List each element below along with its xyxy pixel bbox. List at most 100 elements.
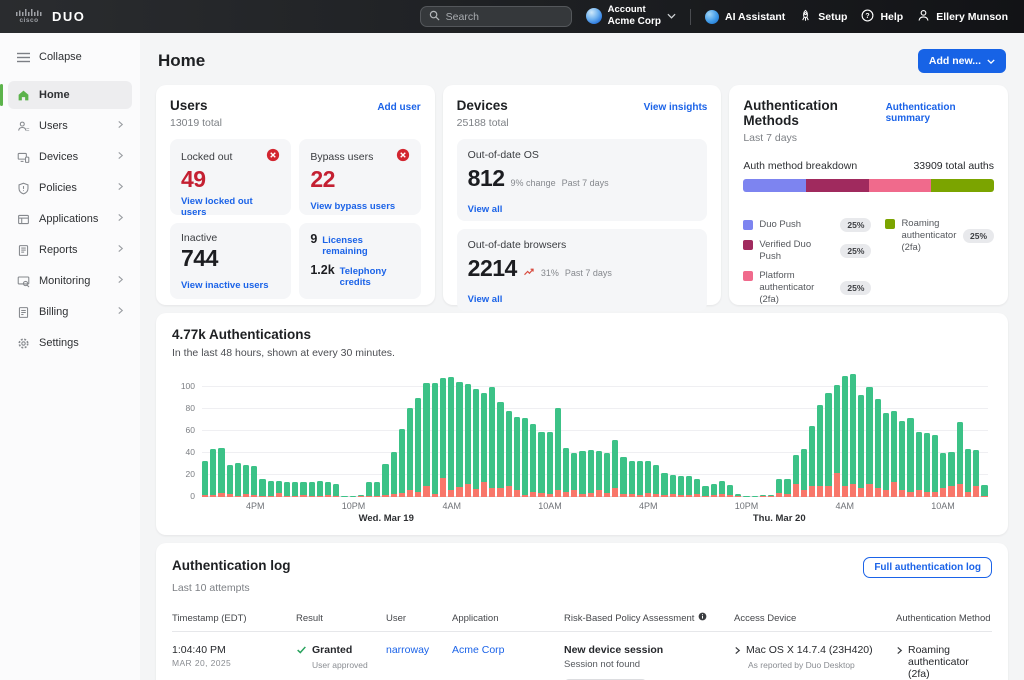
blocked-user-icon — [396, 148, 410, 165]
rocket-icon — [799, 9, 812, 25]
log-column-header: User — [386, 612, 407, 624]
sidebar-item-devices[interactable]: Devices — [8, 143, 132, 171]
chart-bar — [882, 413, 890, 497]
ai-assistant-button[interactable]: AI Assistant — [705, 9, 785, 24]
total-auths: 33909 total auths — [913, 160, 995, 172]
auth-method-segment — [868, 179, 932, 192]
chart-bar — [333, 483, 340, 497]
search-input[interactable] — [445, 10, 563, 23]
chart-bar — [817, 404, 824, 497]
authentications-chart-card: 4.77k Authentications In the last 48 hou… — [156, 313, 1008, 535]
chart-bar — [571, 453, 578, 497]
chevron-right-icon — [117, 151, 124, 163]
search-box[interactable] — [419, 6, 572, 27]
legend-item: Duo Push 25% — [743, 218, 872, 232]
view-locked-out-link[interactable]: View locked out users — [181, 196, 280, 218]
monitoring-icon — [16, 274, 30, 288]
settings-icon — [16, 336, 30, 350]
sidebar-item-settings[interactable]: Settings — [8, 329, 132, 357]
legend-label: Roaming authenticator (2fa) — [901, 218, 957, 253]
sidebar-item-home[interactable]: Home — [0, 81, 132, 109]
application-link[interactable]: Acme Corp — [452, 644, 505, 656]
chart-bar — [628, 460, 635, 497]
help-button[interactable]: ? Help — [861, 9, 903, 25]
chart-bar — [521, 417, 529, 497]
chevron-right-icon — [117, 213, 124, 225]
sidebar-item-billing[interactable]: Billing — [8, 298, 132, 326]
log-date: MAR 20, 2025 — [172, 658, 232, 668]
view-insights-link[interactable]: View insights — [644, 102, 708, 113]
user-link[interactable]: narroway — [386, 644, 429, 656]
log-column-header: Risk-Based Policy Assessment — [564, 612, 726, 624]
chart-bar — [562, 447, 570, 497]
bypass-count: 22 — [310, 166, 335, 192]
chart-bar — [448, 377, 455, 497]
view-inactive-link[interactable]: View inactive users — [181, 280, 269, 291]
help-icon: ? — [861, 9, 874, 25]
add-user-link[interactable]: Add user — [377, 102, 420, 113]
legend-percent-badge: 25% — [840, 280, 872, 295]
x-axis-tick: 10AM — [931, 501, 955, 511]
full-auth-log-button[interactable]: Full authentication log — [863, 557, 992, 578]
chevron-down-icon — [987, 58, 995, 64]
log-row: 1:04:40 PM MAR 20, 2025 Granted User approv… — [172, 632, 992, 680]
home-icon — [16, 88, 30, 102]
chart-bar — [349, 495, 356, 497]
chevron-right-icon — [117, 120, 124, 132]
inactive-count: 744 — [181, 245, 218, 271]
chevron-right-icon — [117, 275, 124, 287]
chart-bar — [932, 435, 939, 497]
trend-up-icon — [523, 267, 535, 276]
chevron-right-icon — [896, 644, 903, 658]
chart-bar — [284, 481, 291, 497]
chart-bar — [497, 402, 504, 497]
account-switcher[interactable]: Account Acme Corp — [585, 4, 676, 27]
chart-bar — [210, 448, 217, 497]
chart-bar — [259, 479, 266, 497]
chart-bars — [202, 357, 988, 497]
legend-percent-badge: 25% — [840, 243, 872, 258]
chevron-down-icon — [667, 10, 676, 22]
chart-bar — [636, 460, 643, 497]
devices-card-title: Devices — [456, 98, 508, 113]
access-device-expander[interactable]: Mac OS X 14.7.4 (23H420) — [734, 644, 888, 658]
view-bypass-link[interactable]: View bypass users — [310, 201, 395, 212]
chart-bar — [423, 382, 430, 497]
chart-bar — [489, 387, 496, 497]
risk-detail: Session not found — [564, 659, 641, 670]
auth-method-segment — [931, 179, 994, 192]
legend-percent-badge: 25% — [963, 228, 995, 243]
sidebar-item-policies[interactable]: Policies — [8, 174, 132, 202]
policies-icon — [16, 181, 30, 195]
duo-logo: DUO — [52, 9, 86, 24]
chart-bar — [825, 392, 832, 497]
chart-bar — [464, 383, 471, 497]
account-globe-icon — [585, 8, 602, 25]
auth-method-expander[interactable]: Roaming authenticator (2fa) — [896, 644, 992, 680]
setup-button[interactable]: Setup — [799, 9, 847, 25]
sidebar-item-reports[interactable]: Reports — [8, 236, 132, 264]
chevron-right-icon — [117, 306, 124, 318]
log-column-header: Authentication Method — [896, 612, 991, 624]
licenses-link[interactable]: Licenses remaining — [322, 235, 409, 257]
user-menu[interactable]: Ellery Munson — [917, 9, 1008, 25]
collapse-button[interactable]: Collapse — [8, 43, 132, 71]
chart-bar — [981, 484, 988, 497]
chart-bar — [374, 481, 381, 497]
view-all-os-link[interactable]: View all — [468, 204, 503, 215]
sidebar-item-applications[interactable]: Applications — [8, 205, 132, 233]
sidebar-item-users[interactable]: Users — [8, 112, 132, 140]
locked-out-tile: Locked out 49 View locked out users — [170, 139, 292, 218]
chart-bar — [415, 398, 422, 497]
chart-bar — [923, 433, 931, 497]
chart-bar — [768, 494, 775, 497]
add-new-button[interactable]: Add new... — [917, 49, 1006, 73]
chart-bar — [694, 479, 701, 497]
auth-summary-link[interactable]: Authentication summary — [886, 102, 994, 124]
telephony-link[interactable]: Telephony credits — [340, 266, 410, 288]
sidebar-item-monitoring[interactable]: Monitoring — [8, 267, 132, 295]
sidebar-item-label: Reports — [39, 244, 78, 256]
view-all-browsers-link[interactable]: View all — [468, 294, 503, 305]
inactive-tile: Inactive 744 View inactive users — [170, 223, 292, 299]
chart-bar — [685, 476, 693, 497]
